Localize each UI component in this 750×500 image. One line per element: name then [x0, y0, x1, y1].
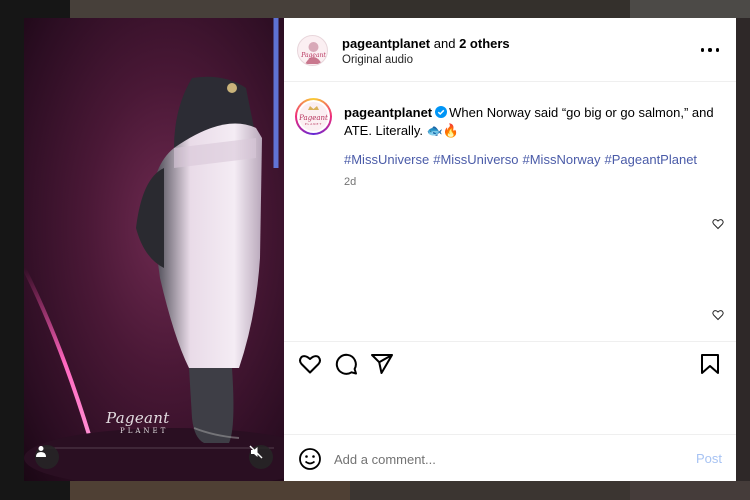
heart-icon[interactable]	[298, 352, 322, 376]
comment-composer: Post	[284, 434, 736, 481]
author-avatar[interactable]: Pageant	[297, 35, 328, 66]
post-media[interactable]: Pageant PLANET	[24, 18, 284, 481]
audio-label[interactable]: Original audio	[342, 54, 413, 66]
post-actions	[284, 341, 736, 434]
more-options-icon	[701, 48, 705, 52]
pageant-planet-watermark: Pageant PLANET	[106, 409, 170, 435]
verified-badge-icon	[435, 106, 448, 118]
bookmark-icon[interactable]	[698, 352, 722, 376]
header-authors: pageantplanet and 2 others	[342, 36, 510, 51]
comment-like-heart-icon[interactable]	[712, 309, 724, 321]
hashtag-link[interactable]: #MissNorway	[523, 152, 601, 167]
caption-username[interactable]: pageantplanet	[344, 105, 432, 120]
audio-toggle-button[interactable]	[249, 445, 273, 469]
user-tag-icon	[36, 446, 46, 457]
caption-author-avatar[interactable]: Pageant PLANET	[295, 98, 332, 135]
tagged-users-button[interactable]	[35, 445, 59, 469]
hashtag-link[interactable]: #MissUniverso	[433, 152, 518, 167]
comment-like-heart-icon[interactable]	[712, 218, 724, 230]
svg-text:Pageant: Pageant	[299, 114, 328, 122]
pageant-planet-logo: Pageant	[300, 42, 326, 64]
hashtag-link[interactable]: #PageantPlanet	[605, 152, 698, 167]
post-comment-button[interactable]: Post	[696, 451, 722, 466]
share-icon[interactable]	[370, 352, 394, 376]
more-options-button[interactable]	[701, 44, 719, 56]
svg-text:PLANET: PLANET	[305, 122, 323, 126]
svg-text:Pageant: Pageant	[300, 52, 326, 59]
post-caption: pageantplanet When Norway said “go big or…	[344, 104, 716, 140]
emoji-icon[interactable]	[298, 447, 322, 471]
hashtag-list: #MissUniverse #MissUniverso #MissNorway #Pa…	[344, 152, 701, 167]
hashtag-link[interactable]: #MissUniverse	[344, 152, 429, 167]
coauthors-link[interactable]: 2 others	[459, 36, 510, 51]
post-details-panel: Pageant pageantplanet and 2 others Origi…	[284, 18, 736, 481]
comment-icon[interactable]	[334, 352, 358, 376]
comment-input[interactable]	[334, 449, 674, 469]
author-username[interactable]: pageantplanet	[342, 36, 430, 51]
post-header: Pageant pageantplanet and 2 others Origi…	[284, 18, 736, 82]
post-timestamp[interactable]: 2d	[344, 176, 356, 188]
and-text: and	[433, 36, 456, 51]
pageant-planet-logo-small: Pageant PLANET	[299, 106, 328, 126]
muted-audio-icon	[249, 445, 263, 459]
